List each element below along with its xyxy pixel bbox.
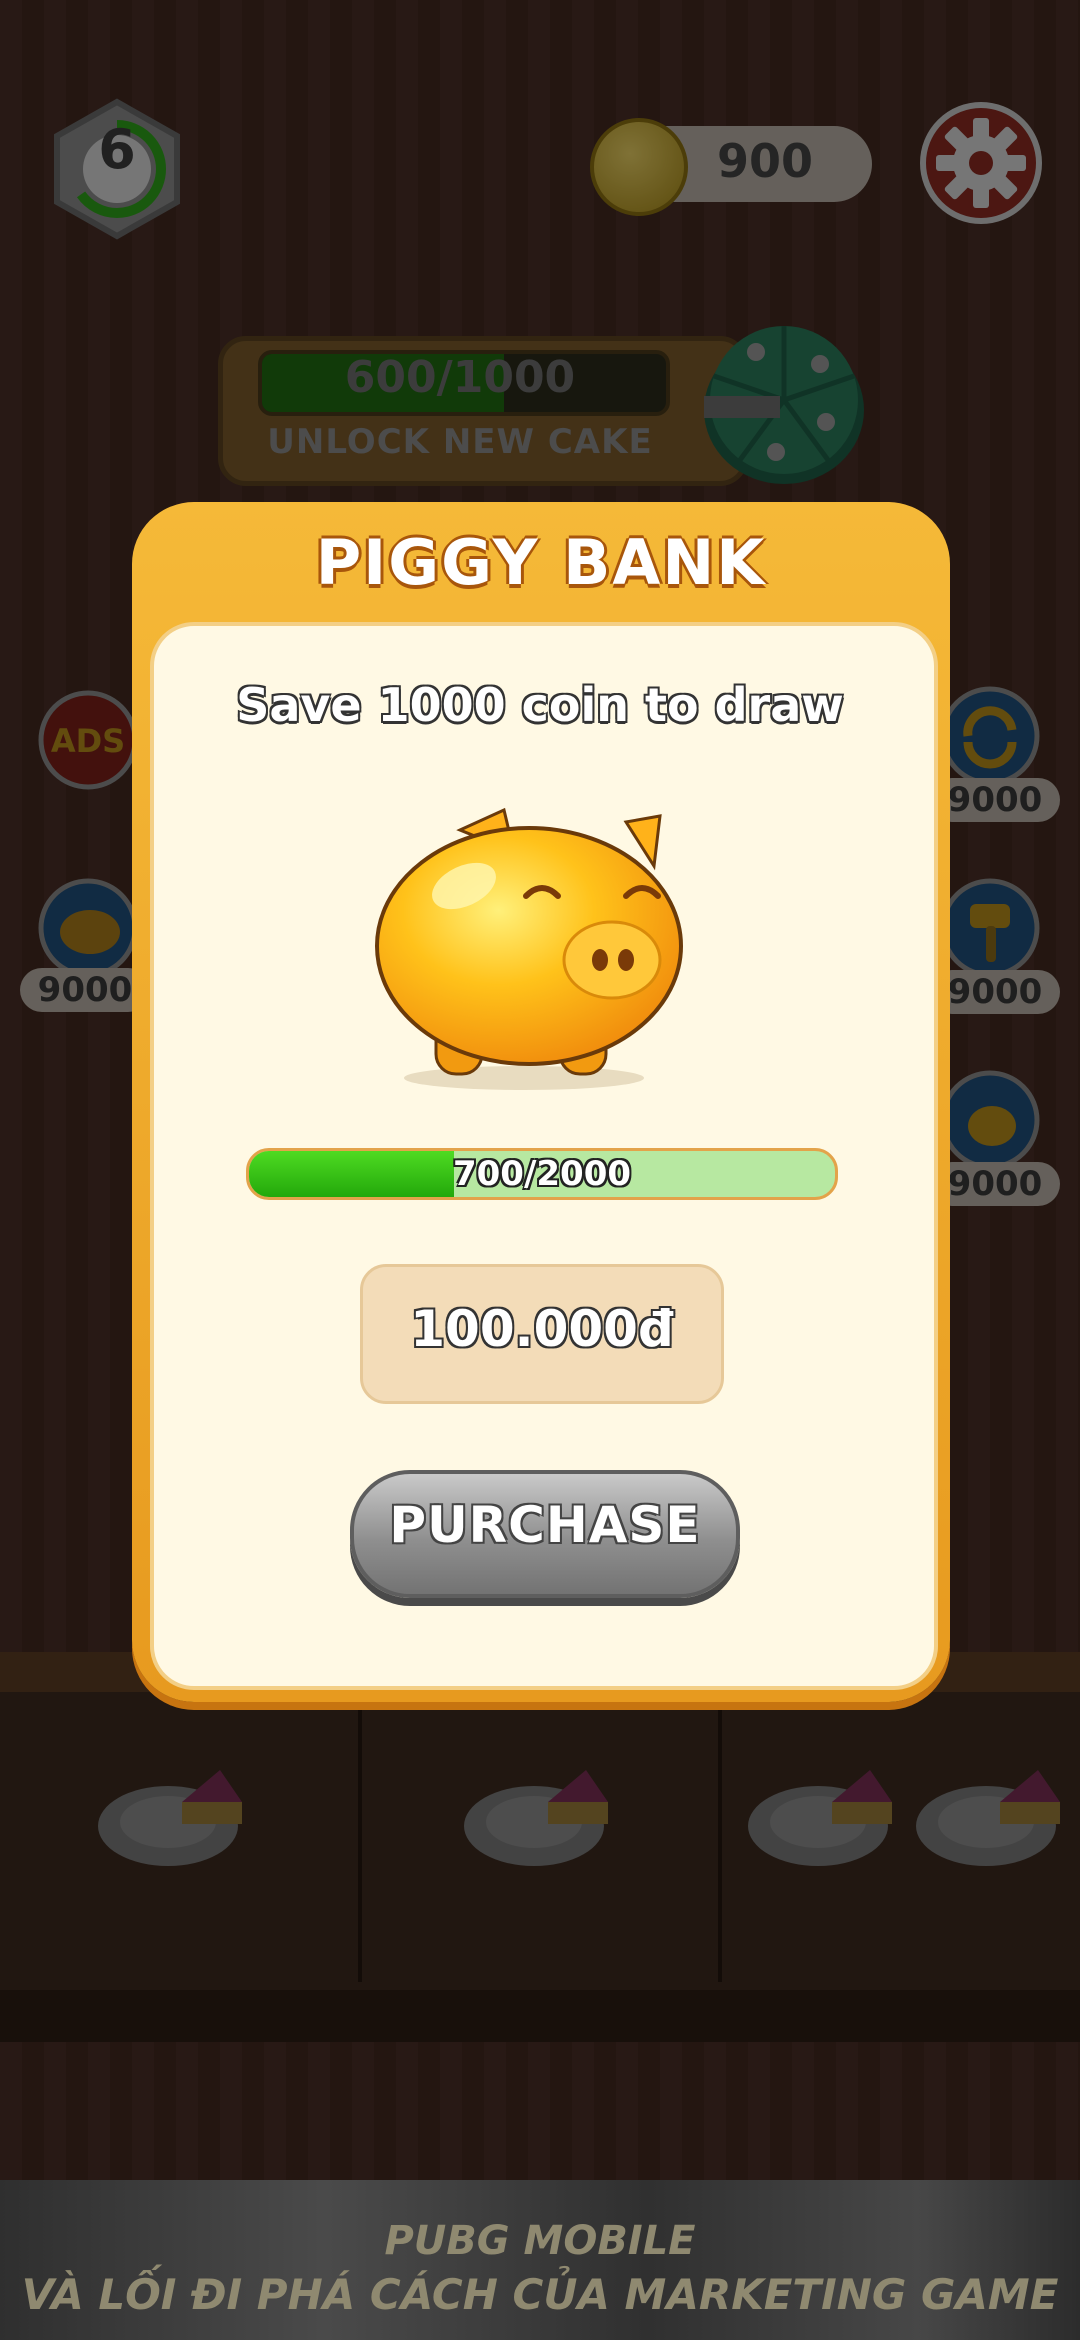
purchase-button-label: PURCHASE — [389, 1496, 701, 1554]
dialog-subtitle: Save 1000 coin to draw — [236, 678, 844, 732]
price-label: 100.000đ — [410, 1300, 674, 1358]
piggy-bank-icon — [375, 807, 683, 1090]
ad-banner-line2: VÀ LỐI ĐI PHÁ CÁCH CỦA MARKETING GAME — [21, 2270, 1059, 2319]
dialog-title: PIGGY BANK — [315, 526, 767, 599]
piggy-progress-text: 700/2000 — [452, 1154, 632, 1194]
ad-banner-line1: PUBG MOBILE — [384, 2218, 696, 2264]
